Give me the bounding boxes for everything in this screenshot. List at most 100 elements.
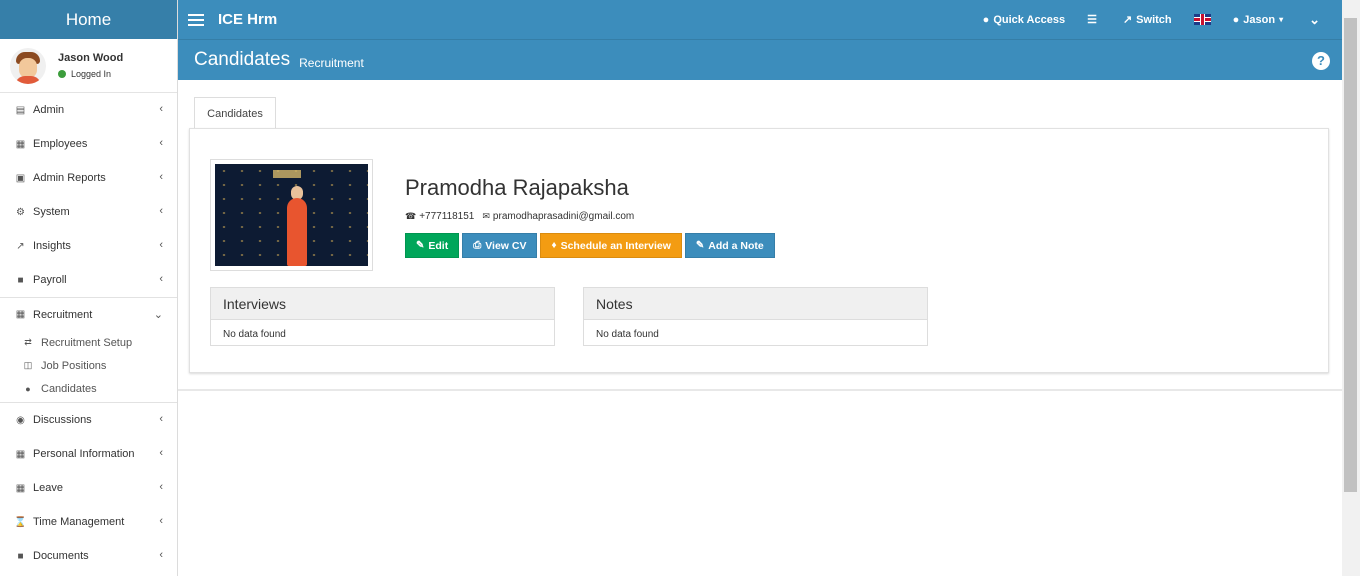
notes-panel-title: Notes — [584, 288, 927, 320]
chevron-left-icon: ‹ — [159, 205, 163, 217]
tab-candidates[interactable]: Candidates — [194, 97, 276, 129]
sidebar-item-recruitment[interactable]: ▦ Recruitment ⌄ — [0, 297, 177, 331]
user-name: Jason Wood — [58, 52, 124, 64]
task-list-button[interactable]: ☰ — [1087, 13, 1101, 26]
chevron-left-icon: ‹ — [159, 549, 163, 561]
phone-icon: ☎ — [405, 211, 417, 221]
menu-toggle-icon[interactable] — [188, 13, 204, 26]
caret-down-icon: ▾ — [1279, 15, 1284, 24]
columns-icon: ◫ — [23, 360, 33, 370]
cubes-icon: ▤ — [15, 104, 26, 116]
chevron-down-icon: ⌄ — [1309, 11, 1320, 27]
file-icon: ■ — [17, 550, 24, 562]
calendar-icon: ▦ — [15, 482, 26, 494]
users-icon: ● — [25, 383, 31, 394]
sidebar-item-leave[interactable]: ▦ Leave ‹ — [0, 471, 177, 505]
sidebar-item-insights[interactable]: ↗ Insights ‹ — [0, 229, 177, 263]
user-icon: ● — [1232, 13, 1240, 26]
line-chart-icon: ↗ — [16, 240, 25, 252]
envelope-icon: ✉ — [482, 211, 490, 221]
help-icon[interactable]: ? — [1312, 52, 1330, 70]
sidebar-subitem-candidates[interactable]: ● Candidates — [0, 377, 177, 400]
content-divider — [178, 389, 1342, 391]
sidebar-item-admin-reports[interactable]: ▣ Admin Reports ‹ — [0, 161, 177, 195]
candidate-phone: +777118151 — [419, 211, 475, 222]
interviews-empty-text: No data found — [223, 329, 286, 340]
chevron-left-icon: ‹ — [159, 413, 163, 425]
user-status: Logged In — [58, 69, 123, 79]
recruitment-submenu: ⇄ Recruitment Setup ◫ Job Positions ● Ca… — [0, 331, 177, 403]
quick-access-link[interactable]: ● Quick Access — [983, 14, 1065, 26]
scrollbar-thumb[interactable] — [1344, 18, 1357, 492]
sidebar-subitem-recruitment-setup[interactable]: ⇄ Recruitment Setup — [0, 331, 177, 354]
document-icon: ■ — [17, 274, 24, 286]
random-icon: ⇄ — [24, 337, 32, 347]
chevron-left-icon: ‹ — [159, 171, 163, 183]
hourglass-icon: ⌛ — [14, 516, 27, 528]
print-icon: ⎙ — [473, 240, 482, 251]
edit-icon: ✎ — [695, 240, 705, 251]
chevron-left-icon: ‹ — [159, 447, 163, 459]
cogs-icon: ⚙ — [16, 206, 25, 218]
compass-icon: ● — [982, 13, 990, 26]
interviews-panel: Interviews No data found — [210, 287, 555, 346]
view-cv-button[interactable]: ⎙ View CV — [462, 233, 538, 258]
online-status-icon — [58, 70, 66, 78]
bell-icon: ♦ — [551, 240, 557, 251]
page-subtitle: Recruitment — [299, 55, 364, 70]
user-panel: Jason Wood Logged In — [0, 39, 177, 93]
navbar-right: ● Quick Access ☰ ↗ Switch ● Jason ▾ ⌄ — [961, 0, 1324, 39]
interviews-panel-title: Interviews — [211, 288, 554, 320]
sidebar-item-personal-information[interactable]: ▦ Personal Information ‹ — [0, 437, 177, 471]
chevron-left-icon: ‹ — [159, 481, 163, 493]
page-scrollbar[interactable] — [1342, 0, 1360, 576]
edit-icon: ✎ — [416, 240, 425, 251]
candidate-photo — [210, 159, 373, 271]
user-menu[interactable]: ● Jason ▾ — [1233, 14, 1287, 26]
list-icon: ☰ — [1087, 14, 1097, 26]
edit-button[interactable]: ✎ Edit — [405, 233, 460, 258]
candidate-contact: ☎ +777118151 ✉ pramodhaprasadini@gmail.c… — [405, 211, 634, 222]
sidebar-item-payroll[interactable]: ■ Payroll ‹ — [0, 263, 177, 297]
schedule-interview-button[interactable]: ♦ Schedule an Interview — [540, 233, 682, 258]
sidebar-item-documents[interactable]: ■ Documents ‹ — [0, 539, 177, 573]
sidebar-item-time-management[interactable]: ⌛ Time Management ‹ — [0, 505, 177, 539]
page-header: Candidates Recruitment ? — [178, 39, 1342, 80]
home-link[interactable]: Home — [0, 0, 177, 39]
sidebar-item-discussions[interactable]: ◉ Discussions ‹ — [0, 403, 177, 437]
main-content: Candidates Pramodha Rajapaksha ☎ +777118… — [178, 80, 1342, 576]
candidate-actions: ✎ Edit ⎙ View CV ♦ Schedule an Interview… — [405, 233, 778, 258]
app-title: ICE Hrm — [218, 11, 278, 28]
language-selector[interactable] — [1193, 14, 1211, 25]
notes-panel: Notes No data found — [583, 287, 928, 346]
add-note-button[interactable]: ✎ Add a Note — [684, 233, 775, 258]
cube-icon: ▣ — [15, 172, 26, 184]
sidebar-menu-lower: ◉ Discussions ‹ ▦ Personal Information ‹… — [0, 403, 177, 573]
chevron-left-icon: ‹ — [159, 273, 163, 285]
chevron-left-icon: ‹ — [159, 103, 163, 115]
grid-icon: ▦ — [15, 448, 26, 460]
sidebar-subitem-job-positions[interactable]: ◫ Job Positions — [0, 354, 177, 377]
sidebar-menu: ▤ Admin ‹ ▦ Employees ‹ ▣ Admin Reports … — [0, 93, 177, 331]
switch-link[interactable]: ↗ Switch — [1122, 13, 1172, 27]
candidate-email: pramodhaprasadini@gmail.com — [492, 211, 635, 222]
th-icon: ▦ — [15, 309, 26, 320]
comments-icon: ◉ — [16, 414, 25, 426]
chevron-left-icon: ‹ — [159, 239, 163, 251]
candidate-card: Pramodha Rajapaksha ☎ +777118151 ✉ pramo… — [189, 128, 1329, 373]
top-navbar: ICE Hrm ● Quick Access ☰ ↗ Switch ● Jaso… — [178, 0, 1342, 39]
expand-menu-button[interactable]: ⌄ — [1309, 12, 1324, 28]
sidebar-item-admin[interactable]: ▤ Admin ‹ — [0, 93, 177, 127]
page-title: Candidates — [194, 49, 291, 70]
external-link-icon: ↗ — [1122, 14, 1133, 26]
chevron-left-icon: ‹ — [159, 137, 163, 149]
grid-icon: ▦ — [15, 138, 26, 150]
chevron-left-icon: ‹ — [159, 515, 163, 527]
notes-empty-text: No data found — [596, 329, 659, 340]
chevron-down-icon: ⌄ — [153, 309, 163, 321]
uk-flag-icon — [1193, 14, 1211, 25]
app-root: Home Jason Wood Logged In ▤ Admin ‹ ▦ Em… — [0, 0, 1360, 576]
sidebar-item-employees[interactable]: ▦ Employees ‹ — [0, 127, 177, 161]
sidebar-item-system[interactable]: ⚙ System ‹ — [0, 195, 177, 229]
avatar — [10, 47, 46, 84]
